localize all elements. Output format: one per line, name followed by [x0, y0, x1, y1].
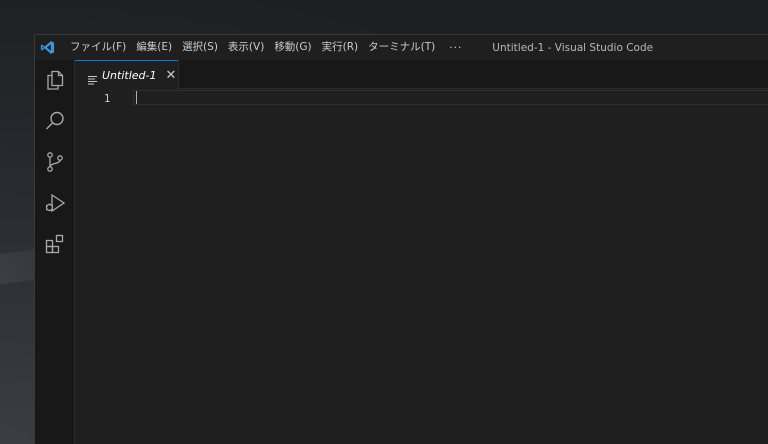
run-debug-icon[interactable] [43, 191, 67, 215]
tab-untitled-1[interactable]: Untitled-1 ✕ [75, 60, 179, 89]
window-title: Untitled-1 - Visual Studio Code [492, 41, 654, 54]
line-number: 1 [104, 93, 111, 105]
editor-area[interactable]: 1 [75, 89, 768, 444]
explorer-icon[interactable] [43, 68, 67, 92]
vscode-window: ファイル(F) 編集(E) 選択(S) 表示(V) 移動(G) 実行(R) ター… [34, 34, 768, 444]
menu-more-icon[interactable]: ··· [441, 42, 472, 54]
text-cursor [136, 91, 137, 104]
menu-terminal[interactable]: ターミナル(T) [364, 35, 441, 60]
source-control-icon[interactable] [43, 150, 67, 174]
file-lines-icon [88, 70, 97, 85]
menu-run[interactable]: 実行(R) [318, 35, 365, 60]
menu-view[interactable]: 表示(V) [224, 35, 270, 60]
search-icon[interactable] [43, 109, 67, 133]
menu-go[interactable]: 移動(G) [270, 35, 317, 60]
extensions-icon[interactable] [43, 232, 67, 256]
menu-selection[interactable]: 選択(S) [178, 35, 224, 60]
current-line-highlight [133, 90, 768, 105]
activity-bar [35, 60, 75, 444]
close-icon[interactable]: ✕ [165, 69, 176, 82]
menu-edit[interactable]: 編集(E) [132, 35, 178, 60]
editor-tabs: Untitled-1 ✕ [75, 60, 768, 89]
menu-file[interactable]: ファイル(F) [66, 35, 132, 60]
title-bar: ファイル(F) 編集(E) 選択(S) 表示(V) 移動(G) 実行(R) ター… [35, 35, 768, 60]
vscode-logo-icon[interactable] [40, 40, 56, 56]
tab-label: Untitled-1 [102, 68, 157, 82]
